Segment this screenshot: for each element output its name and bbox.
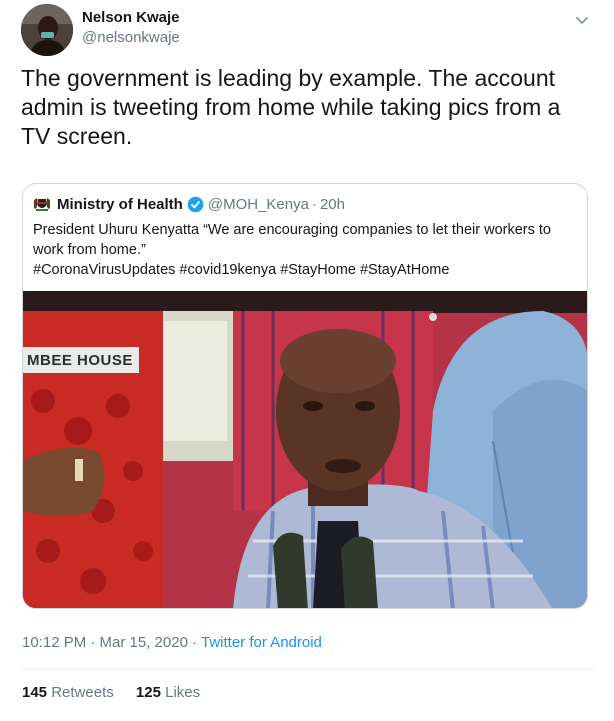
meta-separator: ·	[187, 634, 201, 651]
quoted-handle[interactable]: @MOH_Kenya	[208, 196, 309, 213]
quoted-tweet-text: President Uhuru Kenyatta “We are encoura…	[33, 220, 579, 280]
tweet-source-link[interactable]: Twitter for Android	[201, 634, 322, 651]
likes-label: Likes	[165, 684, 201, 701]
retweets-count: 145	[22, 684, 48, 701]
tweet: Nelson Kwaje @nelsonkwaje The government…	[0, 0, 614, 721]
tweet-stats: 145 Retweets 125 Likes	[22, 684, 218, 701]
quoted-separator: ·	[311, 195, 317, 213]
tweet-meta: 10:12 PM · Mar 15, 2020 · Twitter for An…	[22, 634, 322, 651]
author-block[interactable]: Nelson Kwaje @nelsonkwaje	[82, 8, 180, 48]
tv-banner-text: MBEE HOUSE	[23, 347, 139, 373]
author-display-name[interactable]: Nelson Kwaje	[82, 8, 180, 28]
likes-stat[interactable]: 125 Likes	[136, 684, 200, 701]
quoted-display-name[interactable]: Ministry of Health	[57, 196, 183, 213]
verified-badge-icon	[187, 196, 204, 213]
avatar[interactable]	[21, 4, 73, 56]
divider	[22, 668, 594, 669]
chevron-down-icon[interactable]	[572, 10, 592, 30]
quoted-media-image[interactable]: MBEE HOUSE	[23, 291, 587, 608]
author-handle[interactable]: @nelsonkwaje	[82, 28, 180, 48]
retweets-stat[interactable]: 145 Retweets	[22, 684, 114, 701]
likes-count: 125	[135, 684, 161, 701]
quoted-tweet-header: Ministry of Health @MOH_Kenya · 20h	[33, 194, 345, 214]
coat-of-arms-icon	[33, 196, 51, 212]
tweet-timestamp[interactable]: 10:12 PM · Mar 15, 2020	[22, 634, 188, 651]
quoted-hashtags[interactable]: #CoronaVirusUpdates #covid19kenya #StayH…	[33, 260, 579, 280]
retweets-label: Retweets	[51, 684, 114, 701]
quoted-tweet-card[interactable]: Ministry of Health @MOH_Kenya · 20h Pres…	[22, 183, 588, 609]
quoted-text-body: President Uhuru Kenyatta “We are encoura…	[33, 222, 551, 258]
tweet-text: The government is leading by example. Th…	[21, 65, 561, 149]
quoted-time[interactable]: 20h	[320, 196, 345, 213]
tv-screen-photo	[23, 291, 587, 608]
